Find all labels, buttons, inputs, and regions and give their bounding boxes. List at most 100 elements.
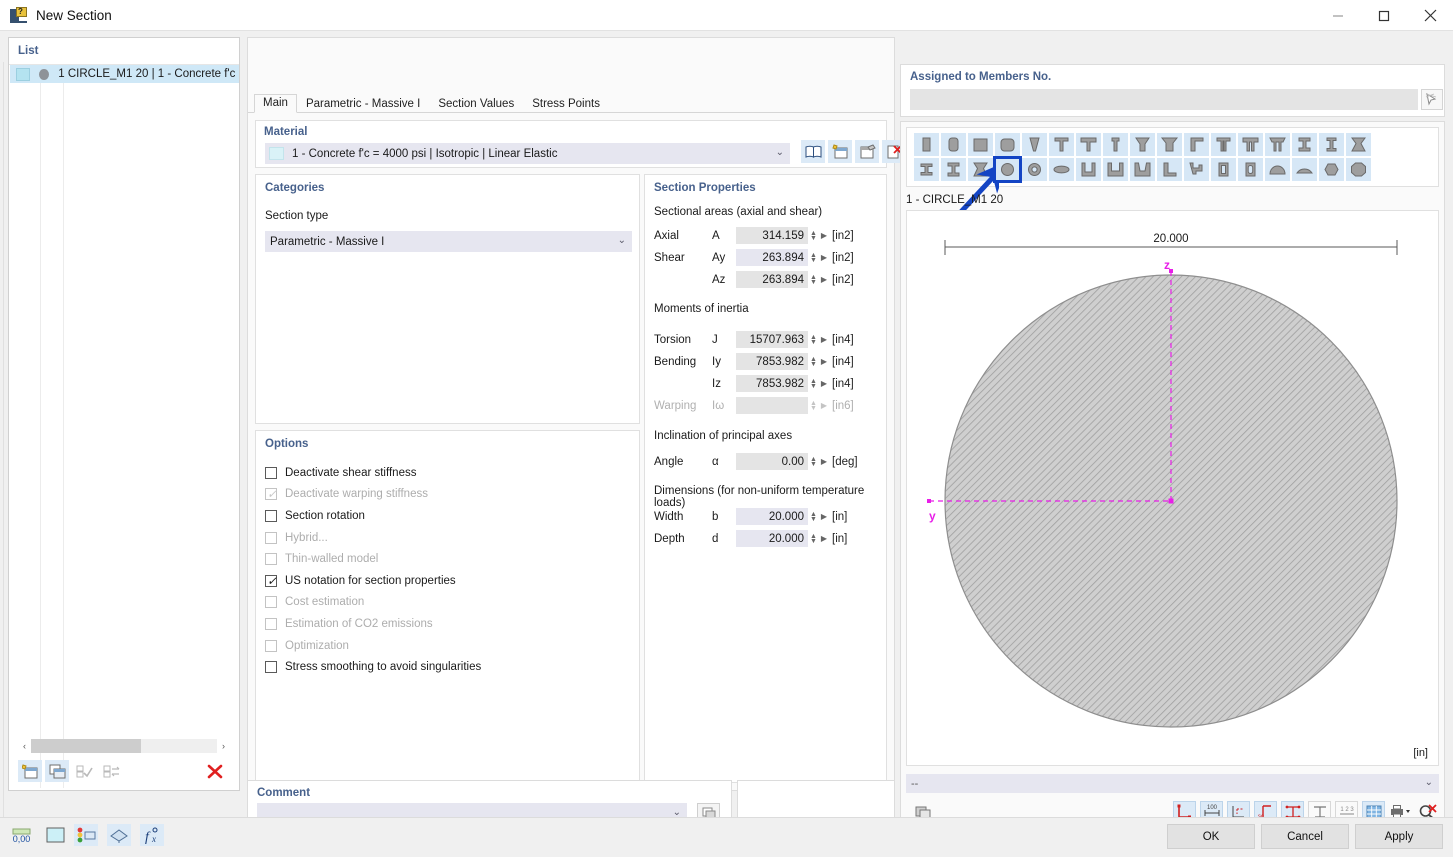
expand-arrow-icon[interactable]: ▶ [818, 335, 830, 344]
scroll-left-icon[interactable]: ‹ [18, 739, 31, 753]
shape-inverted-tee-wide[interactable] [1157, 133, 1182, 156]
shape-tee-narrow[interactable] [1103, 133, 1128, 156]
shape-ellipse[interactable] [1049, 158, 1074, 181]
color-swatch-icon[interactable] [43, 824, 67, 846]
tab-parametric-massive-i[interactable]: Parametric - Massive I [297, 95, 429, 113]
display-properties-icon[interactable] [74, 824, 98, 846]
assigned-members-input[interactable] [910, 89, 1418, 110]
shape-octagon[interactable] [1346, 158, 1371, 181]
row-value[interactable]: 314.159 [736, 227, 808, 244]
spinner[interactable]: ▲ ▼ [809, 511, 818, 523]
section-drawing[interactable]: 20.000 z y [in] [906, 210, 1439, 766]
shape-tee[interactable] [1049, 133, 1074, 156]
row-value[interactable]: 15707.963 [736, 331, 808, 348]
shape-i-beam-narrow[interactable] [1319, 133, 1344, 156]
formula-icon[interactable]: fx [140, 824, 164, 846]
shape-inverted-tee[interactable] [1130, 133, 1155, 156]
spinner[interactable]: ▲ ▼ [809, 356, 818, 368]
shape-double-tee[interactable] [1211, 133, 1236, 156]
row-value[interactable]: 7853.982 [736, 353, 808, 370]
shape-taper-v[interactable] [1022, 133, 1047, 156]
row-value[interactable]: 263.894 [736, 249, 808, 266]
shape-segment-arc[interactable] [1292, 158, 1317, 181]
shape-angle-l[interactable] [1157, 158, 1182, 181]
checkbox[interactable]: ✓ [265, 574, 277, 588]
shape-hexagon[interactable] [1319, 158, 1344, 181]
material-select[interactable]: 1 - Concrete f'c = 4000 psi | Isotropic … [265, 143, 790, 164]
chevron-down-icon[interactable]: ⌄ [1425, 777, 1433, 788]
scrollbar-track[interactable] [31, 739, 217, 753]
shape-circle-solid[interactable] [993, 156, 1022, 183]
shape-tee-left[interactable] [1184, 133, 1209, 156]
shape-hollow-rect[interactable] [1211, 158, 1236, 181]
ok-button[interactable]: OK [1167, 824, 1255, 849]
expand-arrow-icon[interactable]: ▶ [818, 512, 830, 521]
pick-members-icon[interactable] [1421, 89, 1443, 110]
option-deactivate-shear-stiffness[interactable]: Deactivate shear stiffness [265, 462, 632, 484]
spinner[interactable]: ▲ ▼ [809, 252, 818, 264]
shape-i-beam[interactable] [1292, 133, 1317, 156]
delete-icon[interactable] [203, 760, 227, 782]
spinner[interactable]: ▲ ▼ [809, 533, 818, 545]
copy-item-icon[interactable] [45, 760, 69, 782]
row-value[interactable]: 0.00 [736, 453, 808, 470]
row-value[interactable]: 20.000 [736, 508, 808, 525]
shape-z-shape[interactable] [1184, 158, 1209, 181]
expand-arrow-icon[interactable]: ▶ [818, 275, 830, 284]
shape-double-tee-narrow[interactable] [1265, 133, 1290, 156]
shape-double-tee-wide[interactable] [1238, 133, 1263, 156]
checkbox[interactable] [265, 466, 277, 479]
scrollbar-thumb[interactable] [31, 739, 141, 753]
shape-half-circle[interactable] [1265, 158, 1290, 181]
decimal-places-icon[interactable]: 0,00 [10, 824, 34, 846]
expand-arrow-icon[interactable]: ▶ [818, 357, 830, 366]
tab-section-values[interactable]: Section Values [429, 95, 523, 113]
uncheck-icon[interactable] [99, 760, 123, 782]
row-value[interactable]: 263.894 [736, 271, 808, 288]
shape-tee-wide[interactable] [1076, 133, 1101, 156]
list-item[interactable]: 1 CIRCLE_M1 20 | 1 - Concrete f'c = 40 [10, 65, 239, 83]
spinner[interactable]: ▲ ▼ [809, 378, 818, 390]
view-preset-select[interactable]: -- ⌄ [906, 774, 1439, 793]
shape-hollow-rect-rounded[interactable] [1238, 158, 1263, 181]
shape-square-rounded[interactable] [995, 133, 1020, 156]
row-value[interactable]: 7853.982 [736, 375, 808, 392]
section-type-select[interactable]: Parametric - Massive I ⌄ [265, 231, 632, 252]
check-all-icon[interactable] [72, 760, 96, 782]
expand-arrow-icon[interactable]: ▶ [818, 231, 830, 240]
new-material-icon[interactable] [828, 140, 852, 163]
minimize-icon[interactable] [1315, 0, 1361, 31]
checkbox[interactable] [265, 661, 277, 674]
list-horizontal-scrollbar[interactable]: ‹ › [18, 739, 230, 753]
tab-main[interactable]: Main [254, 94, 297, 113]
new-item-icon[interactable] [18, 760, 42, 782]
row-value[interactable]: 20.000 [736, 530, 808, 547]
tab-stress-points[interactable]: Stress Points [523, 95, 609, 113]
edit-material-icon[interactable] [855, 140, 879, 163]
option-us-notation[interactable]: ✓ US notation for section properties [265, 570, 632, 592]
shape-i-beam-taper[interactable] [1346, 133, 1371, 156]
option-stress-smoothing[interactable]: Stress smoothing to avoid singularities [265, 656, 632, 678]
option-section-rotation[interactable]: Section rotation [265, 505, 632, 527]
spinner[interactable]: ▲ ▼ [809, 230, 818, 242]
shape-square[interactable] [968, 133, 993, 156]
scroll-right-icon[interactable]: › [217, 739, 230, 753]
checkbox[interactable] [265, 509, 277, 522]
expand-arrow-icon[interactable]: ▶ [818, 534, 830, 543]
chevron-down-icon[interactable]: ⌄ [776, 147, 784, 158]
shape-channel-u-wide[interactable] [1103, 158, 1128, 181]
chevron-down-icon[interactable]: ⌄ [618, 235, 626, 246]
maximize-icon[interactable] [1361, 0, 1407, 31]
close-icon[interactable] [1407, 0, 1453, 31]
spinner[interactable]: ▲ ▼ [809, 456, 818, 468]
view-icon[interactable] [107, 824, 131, 846]
shape-circle-hollow[interactable] [1022, 158, 1047, 181]
expand-arrow-icon[interactable]: ▶ [818, 457, 830, 466]
shape-channel-trapezoid[interactable] [1130, 158, 1155, 181]
apply-button[interactable]: Apply [1355, 824, 1443, 849]
shape-rect-rounded-vertical[interactable] [941, 133, 966, 156]
shape-rect-narrow-vertical[interactable] [914, 133, 939, 156]
spinner[interactable]: ▲ ▼ [809, 274, 818, 286]
cancel-button[interactable]: Cancel [1261, 824, 1349, 849]
expand-arrow-icon[interactable]: ▶ [818, 253, 830, 262]
